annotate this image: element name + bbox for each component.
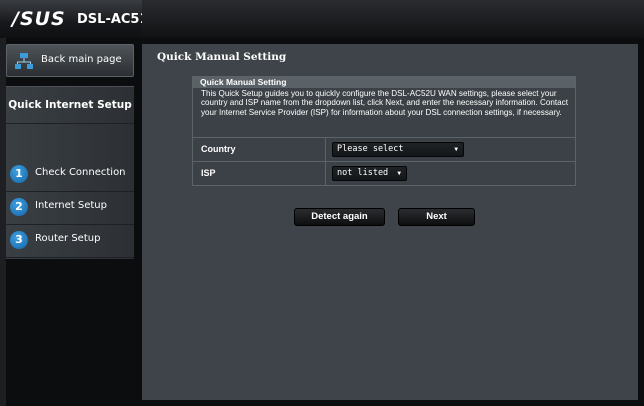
model-name: DSL-AC51 xyxy=(77,12,149,27)
quick-setup-menu: Quick Internet Setup 1 Check Connection … xyxy=(6,86,134,259)
panel-header: Quick Manual Setting xyxy=(193,77,575,88)
asus-logo: /SUS xyxy=(12,8,66,30)
settings-panel: Quick Manual Setting This Quick Setup gu… xyxy=(192,76,576,186)
next-button[interactable]: Next xyxy=(398,208,475,226)
country-select[interactable]: Please select ▼ xyxy=(332,142,464,157)
isp-value: not listed xyxy=(337,168,389,178)
country-value: Please select xyxy=(337,144,404,154)
menu-item-label: Internet Setup xyxy=(35,200,107,211)
step-3-icon: 3 xyxy=(10,231,28,249)
top-bar-right xyxy=(142,0,644,38)
menu-item-label: Check Connection xyxy=(35,167,126,178)
panel-description: This Quick Setup guides you to quickly c… xyxy=(201,89,568,117)
country-label: Country xyxy=(201,144,236,154)
isp-select[interactable]: not listed ▼ xyxy=(332,166,407,181)
menu-item-internet-setup[interactable]: 2 Internet Setup xyxy=(6,191,134,225)
network-icon xyxy=(15,53,33,69)
caret-down-icon: ▼ xyxy=(454,146,458,153)
menu-item-label: Router Setup xyxy=(35,233,101,244)
main-content: Quick Manual Setting Quick Manual Settin… xyxy=(142,44,638,400)
menu-item-check-connection[interactable]: 1 Check Connection xyxy=(6,158,134,192)
detect-again-button[interactable]: Detect again xyxy=(294,208,385,226)
caret-down-icon: ▼ xyxy=(397,170,401,177)
row-divider xyxy=(325,138,326,161)
isp-row: ISP not listed ▼ xyxy=(193,161,575,185)
page-title: Quick Manual Setting xyxy=(157,51,287,63)
isp-label: ISP xyxy=(201,168,216,178)
top-bar: /SUS DSL-AC51 xyxy=(0,0,644,38)
country-row: Country Please select ▼ xyxy=(193,137,575,161)
back-main-page-label: Back main page xyxy=(41,54,122,65)
menu-item-router-setup[interactable]: 3 Router Setup xyxy=(6,224,134,258)
menu-title: Quick Internet Setup xyxy=(6,87,134,124)
row-divider xyxy=(325,162,326,185)
back-main-page-button[interactable]: Back main page xyxy=(6,44,134,77)
step-2-icon: 2 xyxy=(10,198,28,216)
step-1-icon: 1 xyxy=(10,165,28,183)
